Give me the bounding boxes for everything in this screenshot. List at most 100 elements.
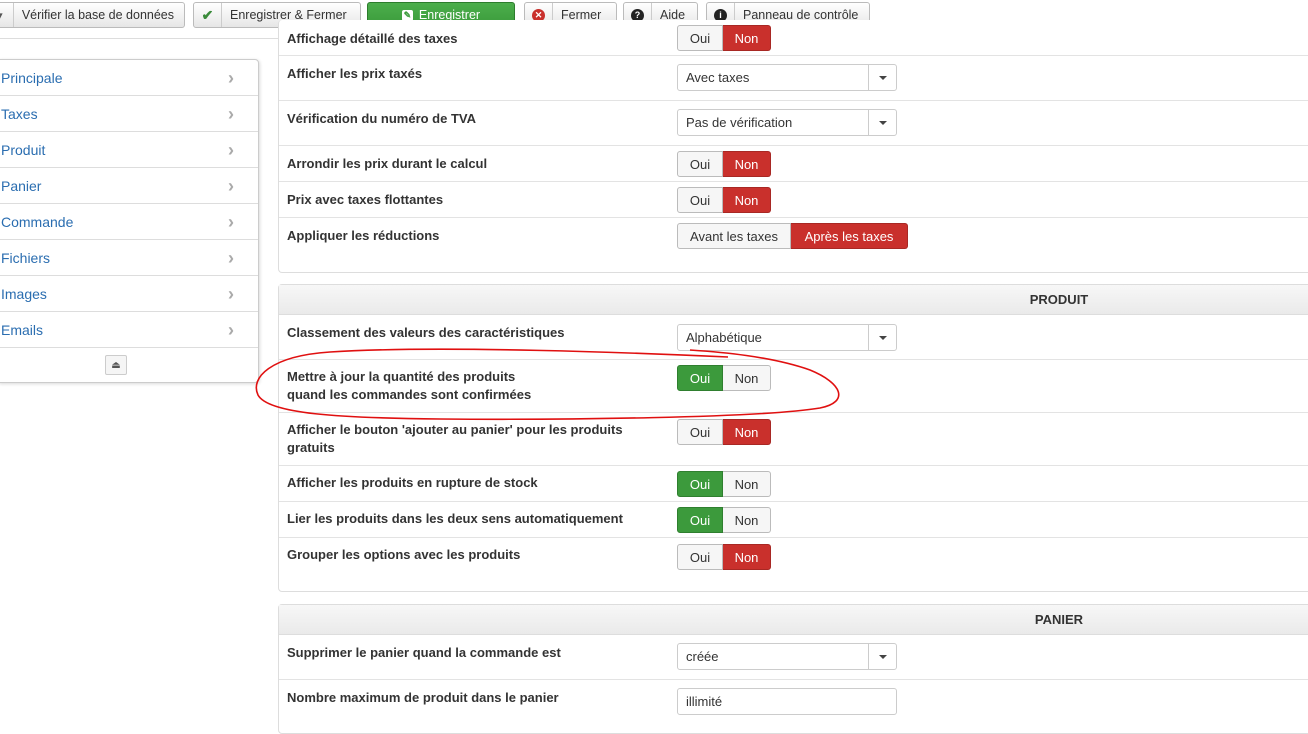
toggle-oui[interactable]: Oui bbox=[677, 507, 723, 533]
group-options-row: Grouper les options avec les produits Ou… bbox=[279, 538, 1308, 592]
link-both-label: Lier les produits dans les deux sens aut… bbox=[287, 511, 623, 526]
panier-panel: PANIER Supprimer le panier quand la comm… bbox=[278, 604, 1308, 734]
verify-database-button[interactable]: ▾ Vérifier la base de données bbox=[0, 2, 185, 28]
sidebar-item-taxes[interactable]: Taxes › bbox=[0, 96, 258, 132]
chevron-right-icon: › bbox=[228, 103, 234, 124]
floating-tax-toggle[interactable]: Oui Non bbox=[677, 187, 771, 213]
sidebar-item-images[interactable]: Images › bbox=[0, 276, 258, 312]
free-cart-button-row: Afficher le bouton 'ajouter au panier' p… bbox=[279, 413, 1308, 466]
toggle-oui[interactable]: Oui bbox=[677, 419, 723, 445]
toggle-non[interactable]: Non bbox=[723, 151, 771, 177]
database-icon: ▾ bbox=[0, 3, 14, 27]
max-products-input[interactable]: illimité bbox=[677, 688, 897, 715]
group-options-toggle[interactable]: Oui Non bbox=[677, 544, 771, 570]
chevron-right-icon: › bbox=[228, 211, 234, 232]
sidebar-item-label: Commande bbox=[1, 213, 74, 230]
chevron-right-icon: › bbox=[228, 67, 234, 88]
free-cart-button-label: Afficher le bouton 'ajouter au panier' p… bbox=[287, 422, 623, 455]
free-cart-button-toggle[interactable]: Oui Non bbox=[677, 419, 771, 445]
edit-icon: ✎ bbox=[401, 9, 413, 21]
panier-section-title: PANIER bbox=[279, 605, 1308, 635]
eject-icon: ⏏ bbox=[111, 359, 121, 371]
max-products-label: Nombre maximum de produit dans le panier bbox=[287, 690, 559, 705]
toggle-after-taxes[interactable]: Après les taxes bbox=[791, 223, 908, 249]
toggle-oui[interactable]: Oui bbox=[677, 471, 723, 497]
display-prices-label: Afficher les prix taxés bbox=[287, 66, 423, 81]
delete-cart-row: Supprimer le panier quand la commande es… bbox=[279, 635, 1308, 680]
detailed-taxes-row: Affichage détaillé des taxes Oui Non bbox=[279, 20, 1308, 56]
max-products-row: Nombre maximum de produit dans le panier… bbox=[279, 680, 1308, 725]
link-both-row: Lier les produits dans les deux sens aut… bbox=[279, 502, 1308, 538]
toggle-non[interactable]: Non bbox=[723, 25, 771, 51]
out-of-stock-toggle[interactable]: Oui Non bbox=[677, 471, 771, 497]
vat-check-row: Vérification du numéro de TVA Pas de vér… bbox=[279, 101, 1308, 146]
sidebar-item-label: Fichiers bbox=[1, 249, 51, 266]
collapse-sidebar-button[interactable]: ⏏ bbox=[105, 355, 127, 375]
chevron-right-icon: › bbox=[228, 319, 234, 340]
round-prices-label: Arrondir les prix durant le calcul bbox=[287, 156, 488, 171]
floating-tax-row: Prix avec taxes flottantes Oui Non bbox=[279, 182, 1308, 218]
update-quantity-row: Mettre à jour la quantité des produits q… bbox=[279, 360, 1308, 413]
sidebar-item-commande[interactable]: Commande › bbox=[0, 204, 258, 240]
dropdown-arrow-icon bbox=[868, 110, 896, 135]
toggle-non[interactable]: Non bbox=[723, 187, 771, 213]
discounts-toggle[interactable]: Avant les taxes Après les taxes bbox=[677, 223, 908, 249]
chevron-right-icon: › bbox=[228, 283, 234, 304]
sidebar-item-principale[interactable]: Principale › bbox=[0, 60, 258, 96]
round-prices-row: Arrondir les prix durant le calcul Oui N… bbox=[279, 146, 1308, 182]
sidebar-item-produit[interactable]: Produit › bbox=[0, 132, 258, 168]
toggle-non[interactable]: Non bbox=[723, 507, 771, 533]
delete-cart-select[interactable]: créée bbox=[677, 643, 897, 670]
floating-tax-label: Prix avec taxes flottantes bbox=[287, 192, 444, 207]
sidebar-item-panier[interactable]: Panier › bbox=[0, 168, 258, 204]
discounts-row: Appliquer les réductions Avant les taxes… bbox=[279, 218, 1308, 272]
dropdown-arrow-icon bbox=[868, 644, 896, 669]
toggle-oui[interactable]: Oui bbox=[677, 25, 723, 51]
toggle-non[interactable]: Non bbox=[723, 419, 771, 445]
out-of-stock-row: Afficher les produits en rupture de stoc… bbox=[279, 466, 1308, 502]
toggle-before-taxes[interactable]: Avant les taxes bbox=[677, 223, 791, 249]
characteristics-sort-row: Classement des valeurs des caractéristiq… bbox=[279, 315, 1308, 360]
dropdown-arrow-icon bbox=[868, 325, 896, 350]
sidebar-item-label: Produit bbox=[1, 141, 46, 158]
sidebar-item-label: Emails bbox=[1, 321, 44, 338]
chevron-right-icon: › bbox=[228, 139, 234, 160]
characteristics-sort-select[interactable]: Alphabétique bbox=[677, 324, 897, 351]
toggle-non[interactable]: Non bbox=[723, 471, 771, 497]
check-icon: ✔ bbox=[194, 3, 222, 27]
produit-section-title: PRODUIT bbox=[279, 285, 1308, 315]
sidebar-item-label: Principale bbox=[1, 69, 63, 86]
link-both-toggle[interactable]: Oui Non bbox=[677, 507, 771, 533]
dropdown-arrow-icon bbox=[868, 65, 896, 90]
detailed-taxes-toggle[interactable]: Oui Non bbox=[677, 25, 771, 51]
toggle-non[interactable]: Non bbox=[723, 544, 771, 570]
toggle-oui[interactable]: Oui bbox=[677, 151, 723, 177]
toggle-oui[interactable]: Oui bbox=[677, 187, 723, 213]
update-quantity-label: Mettre à jour la quantité des produits q… bbox=[287, 369, 532, 402]
group-options-label: Grouper les options avec les produits bbox=[287, 547, 521, 562]
sidebar-item-fichiers[interactable]: Fichiers › bbox=[0, 240, 258, 276]
toggle-non[interactable]: Non bbox=[723, 365, 771, 391]
out-of-stock-label: Afficher les produits en rupture de stoc… bbox=[287, 475, 538, 490]
sidebar-item-label: Taxes bbox=[1, 105, 38, 122]
delete-cart-label: Supprimer le panier quand la commande es… bbox=[287, 645, 561, 660]
discounts-label: Appliquer les réductions bbox=[287, 228, 440, 243]
produit-panel: PRODUIT Classement des valeurs des carac… bbox=[278, 284, 1308, 592]
toggle-oui[interactable]: Oui bbox=[677, 544, 723, 570]
chevron-right-icon: › bbox=[228, 247, 234, 268]
round-prices-toggle[interactable]: Oui Non bbox=[677, 151, 771, 177]
characteristics-sort-label: Classement des valeurs des caractéristiq… bbox=[287, 325, 565, 340]
sidebar-item-label: Panier bbox=[1, 177, 42, 194]
detailed-taxes-label: Affichage détaillé des taxes bbox=[287, 31, 458, 46]
vat-check-select[interactable]: Pas de vérification bbox=[677, 109, 897, 136]
vat-check-label: Vérification du numéro de TVA bbox=[287, 111, 477, 126]
sidebar-nav: Principale › Taxes › Produit › Panier › Comm… bbox=[0, 59, 259, 383]
display-prices-row: Afficher les prix taxés Avec taxes bbox=[279, 56, 1308, 101]
display-prices-select[interactable]: Avec taxes bbox=[677, 64, 897, 91]
sidebar-item-emails[interactable]: Emails › bbox=[0, 312, 258, 348]
sidebar-item-label: Images bbox=[1, 285, 47, 302]
toggle-oui[interactable]: Oui bbox=[677, 365, 723, 391]
update-quantity-toggle[interactable]: Oui Non bbox=[677, 365, 771, 391]
taxes-panel: Affichage détaillé des taxes Oui Non Aff… bbox=[278, 20, 1308, 273]
chevron-right-icon: › bbox=[228, 175, 234, 196]
